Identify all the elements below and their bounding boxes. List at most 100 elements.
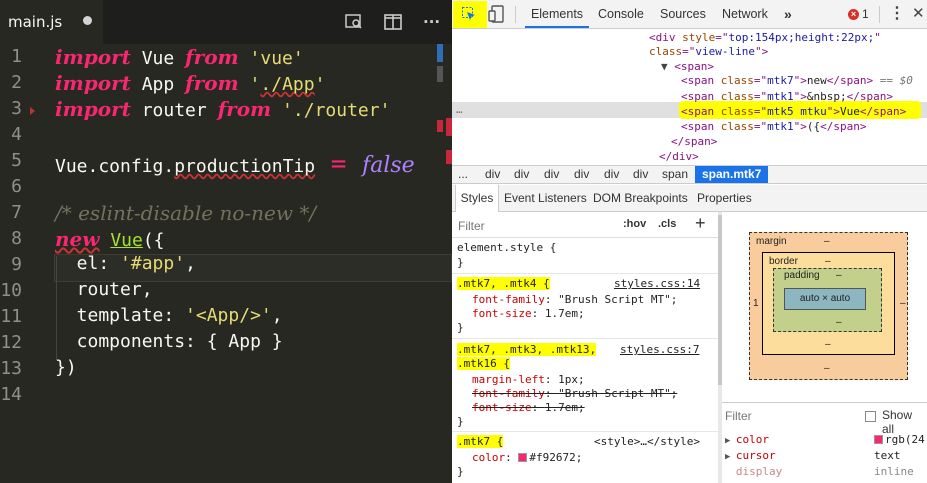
padding-label: padding xyxy=(784,270,820,281)
breadcrumb-item[interactable]: ... xyxy=(458,166,468,183)
dom-node-selected[interactable]: <span class="mtk7">new</span> == $0 xyxy=(681,73,913,88)
breadcrumb-item[interactable]: div xyxy=(574,166,589,183)
error-icon[interactable]: × xyxy=(848,9,859,20)
rule-selector[interactable]: .mtk7, .mtk4 { xyxy=(457,277,550,291)
hover-state-button[interactable]: :hov xyxy=(623,218,646,230)
breadcrumb-item[interactable]: div xyxy=(604,166,619,183)
fold-marker-icon[interactable] xyxy=(30,107,35,115)
color-swatch-icon[interactable] xyxy=(518,453,528,462)
box-model-border[interactable]: border – – padding – – auto × auto xyxy=(762,252,895,355)
box-model-content[interactable]: auto × auto xyxy=(784,288,866,310)
breadcrumb-item[interactable]: span xyxy=(662,166,688,183)
tag: "> xyxy=(754,45,769,58)
tab-styles[interactable]: Styles xyxy=(455,185,499,212)
device-toolbar-icon[interactable] xyxy=(488,4,508,24)
string: '<App/>' xyxy=(185,305,272,326)
css-declaration-overridden[interactable]: font-family: "Brush Script MT"; xyxy=(472,387,677,401)
tab-console[interactable]: Console xyxy=(598,0,644,28)
rule-selector[interactable]: .mtk7, .mtk3, .mtk13, xyxy=(457,343,597,357)
tab-properties[interactable]: Properties xyxy=(697,185,752,212)
stylesheet-link[interactable]: styles.css:14 xyxy=(614,277,700,291)
rule-selector[interactable]: .mtk16 { xyxy=(457,357,510,371)
breadcrumb-item[interactable]: div xyxy=(485,166,500,183)
more-tabs-button[interactable]: » xyxy=(784,0,792,28)
margin-left-value[interactable]: 1 xyxy=(753,298,759,309)
tab-sources[interactable]: Sources xyxy=(660,0,706,28)
css-value: 1.7em; xyxy=(544,401,585,414)
expand-triangle-icon[interactable]: ▶ xyxy=(725,436,736,446)
styles-filter-input[interactable] xyxy=(458,218,598,233)
computed-filter-input[interactable]: Filter xyxy=(725,409,752,423)
rule-selector[interactable]: .mtk7 { xyxy=(457,435,504,449)
more-actions-icon[interactable]: ··· xyxy=(423,12,443,32)
computed-row[interactable]: ▶ color rgb(24 xyxy=(725,432,927,447)
dom-node[interactable]: class="view-line"> xyxy=(649,44,768,59)
css-declaration[interactable]: font-size: 1.7em; xyxy=(472,307,585,321)
dom-node[interactable]: ▼ <span> xyxy=(661,59,714,74)
border-top-value[interactable]: – xyxy=(825,256,831,267)
css-declaration[interactable]: font-family: "Brush Script MT"; xyxy=(472,293,677,307)
breadcrumb-item-active[interactable]: span.mtk7 xyxy=(695,166,769,183)
line-number: 9 xyxy=(11,254,22,275)
tab-network[interactable]: Network xyxy=(722,0,768,28)
dom-node[interactable]: </span> xyxy=(671,134,717,149)
string-squiggle: ./App xyxy=(260,74,315,95)
new-style-rule-button[interactable]: + xyxy=(695,213,706,234)
expand-triangle-icon[interactable]: ▶ xyxy=(725,452,736,462)
dom-node[interactable]: <span class="mtk5 mtku">Vue</span> xyxy=(681,104,906,119)
element-style-selector[interactable]: element.style { xyxy=(457,241,556,255)
split-editor-icon[interactable] xyxy=(383,12,403,32)
scrollbar-marker xyxy=(437,44,443,62)
unsaved-dot-icon[interactable] xyxy=(83,16,92,25)
code-editor[interactable]: main.js ··· 1 2 3 4 5 6 7 8 9 10 11 12 1… xyxy=(0,0,452,483)
css-declaration-overridden[interactable]: font-size: 1.7em; xyxy=(472,401,585,415)
editor-scrollbar[interactable] xyxy=(437,44,452,483)
box-model-margin[interactable]: margin – 1 – – border – – padding – – au… xyxy=(749,232,908,380)
open-preview-icon[interactable] xyxy=(344,12,364,32)
computed-row[interactable]: ▶ displayinline xyxy=(725,464,927,479)
tag: <span xyxy=(681,90,721,103)
dom-node[interactable]: <div style="top:154px;height:22px;" xyxy=(649,30,881,45)
tag: =" xyxy=(753,90,768,103)
margin-right-value[interactable]: – xyxy=(900,298,906,309)
box-model-padding[interactable]: padding – – auto × auto xyxy=(773,268,882,332)
tab-event-listeners[interactable]: Event Listeners xyxy=(504,185,587,212)
error-count[interactable]: 1 xyxy=(862,0,869,29)
tab-elements[interactable]: Elements xyxy=(525,0,589,28)
inspect-element-button[interactable] xyxy=(453,1,487,28)
code-line-11: template: '<App/>', xyxy=(55,305,283,331)
string: '#app' xyxy=(120,253,186,274)
code-content[interactable]: import Vue from 'vue' import App from '.… xyxy=(55,44,435,483)
show-all-checkbox[interactable] xyxy=(865,411,876,422)
dom-node[interactable]: <span class="mtk1">({</span> xyxy=(681,119,866,134)
border-bottom-value[interactable]: – xyxy=(825,339,831,350)
padding-top-value[interactable]: – xyxy=(836,270,842,281)
css-declaration[interactable]: margin-left: 1px; xyxy=(472,373,585,387)
editor-tab-main-js[interactable]: main.js xyxy=(0,0,103,44)
expand-triangle-icon[interactable]: ▼ xyxy=(661,60,674,73)
class-toggle-button[interactable]: .cls xyxy=(658,218,676,230)
style-tag-source[interactable]: <style>…</style> xyxy=(594,435,700,449)
tag: <span> xyxy=(674,60,714,73)
dom-node[interactable]: <span class="mtk1">&nbsp;</span> xyxy=(681,89,893,104)
margin-bottom-value[interactable]: – xyxy=(824,363,830,374)
dom-node[interactable]: </div> xyxy=(659,149,699,164)
close-devtools-icon[interactable]: ✕ xyxy=(912,0,925,28)
dom-row-menu-icon[interactable]: … xyxy=(456,103,463,116)
css-declaration[interactable]: color: #f92672; xyxy=(472,451,582,465)
margin-top-value[interactable]: – xyxy=(824,236,830,247)
tab-dom-breakpoints[interactable]: DOM Breakpoints xyxy=(593,185,688,212)
stylesheet-link[interactable]: styles.css:7 xyxy=(620,343,699,357)
breadcrumb-item[interactable]: div xyxy=(514,166,529,183)
breadcrumb-item[interactable]: div xyxy=(544,166,559,183)
computed-row[interactable]: ▶ cursor text xyxy=(725,448,927,463)
code-line-8: new Vue({ xyxy=(55,227,165,253)
padding-bottom-value[interactable]: – xyxy=(836,317,842,328)
styles-pane[interactable]: :hov .cls + element.style { } .mtk7, .mt… xyxy=(452,212,718,483)
dom-tree[interactable]: … <div style="top:154px;height:22px;" cl… xyxy=(452,29,927,165)
breadcrumb-item[interactable]: div xyxy=(633,166,648,183)
line-number: 14 xyxy=(0,384,22,405)
devtools-menu-icon[interactable]: ⋮ xyxy=(889,0,905,28)
line-number: 8 xyxy=(11,228,22,249)
